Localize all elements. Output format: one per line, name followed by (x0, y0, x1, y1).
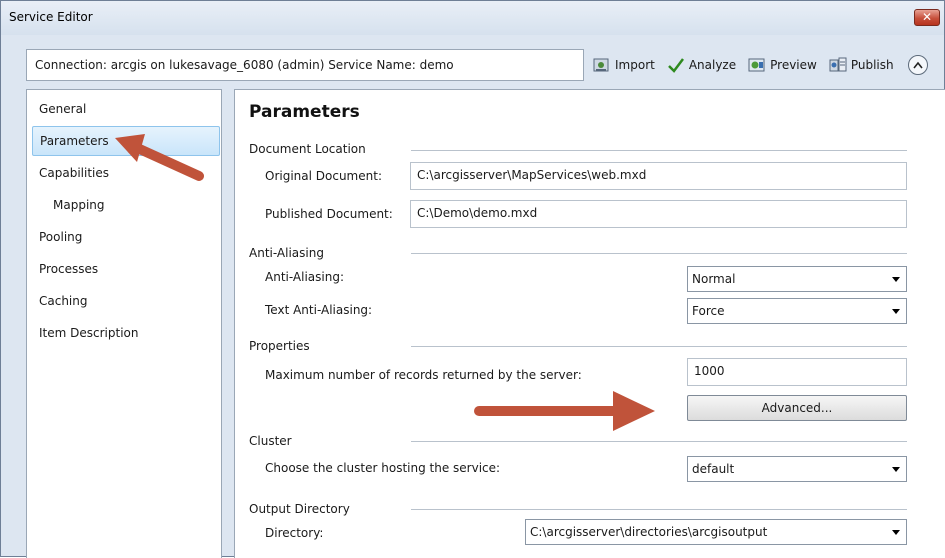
divider (411, 253, 907, 254)
sidebar-item-capabilities[interactable]: Capabilities (27, 158, 221, 188)
divider (411, 150, 907, 151)
dropdown-arrow-icon (892, 530, 900, 535)
preview-icon (748, 57, 766, 73)
sidebar-item-item-description[interactable]: Item Description (27, 318, 221, 348)
analyze-button[interactable]: Analyze (667, 57, 736, 73)
sidebar-item-processes[interactable]: Processes (27, 254, 221, 284)
toolbar: Import Analyze Preview Publish (593, 51, 928, 79)
cluster-group-label: Cluster (249, 434, 292, 448)
published-document-label: Published Document: (265, 207, 393, 221)
sidebar-item-parameters[interactable]: Parameters (32, 126, 220, 156)
service-editor-window: Service Editor ✕ Connection: arcgis on l… (0, 0, 945, 558)
output-directory-group-label: Output Directory (249, 502, 350, 516)
anti-aliasing-select[interactable]: Normal (687, 266, 907, 292)
sidebar: General Parameters Capabilities Mapping … (26, 89, 222, 558)
properties-group-label: Properties (249, 339, 310, 353)
document-location-group-label: Document Location (249, 142, 366, 156)
published-document-field[interactable]: C:\Demo\demo.mxd (410, 200, 907, 228)
original-document-field[interactable]: C:\arcgisserver\MapServices\web.mxd (410, 162, 907, 190)
publish-icon (829, 57, 847, 73)
publish-label: Publish (850, 58, 894, 72)
sidebar-item-pooling[interactable]: Pooling (27, 222, 221, 252)
directory-label: Directory: (265, 526, 324, 540)
close-button[interactable]: ✕ (914, 9, 940, 26)
collapse-button[interactable] (907, 55, 928, 75)
divider (411, 509, 907, 510)
sidebar-item-caching[interactable]: Caching (27, 286, 221, 316)
window-title: Service Editor (9, 10, 93, 24)
anti-aliasing-group-label: Anti-Aliasing (249, 246, 324, 260)
anti-aliasing-label: Anti-Aliasing: (265, 270, 345, 284)
divider (411, 441, 907, 442)
text-anti-aliasing-label: Text Anti-Aliasing: (265, 303, 373, 317)
dropdown-arrow-icon (892, 467, 900, 472)
cluster-value: default (692, 462, 735, 476)
original-document-label: Original Document: (265, 169, 382, 183)
preview-button[interactable]: Preview (748, 57, 817, 73)
dropdown-arrow-icon (892, 277, 900, 282)
import-label: Import (615, 58, 655, 72)
import-icon (593, 57, 611, 73)
analyze-label: Analyze (688, 58, 737, 72)
publish-button[interactable]: Publish (829, 57, 894, 73)
page-title: Parameters (249, 102, 360, 122)
preview-label: Preview (770, 58, 817, 72)
directory-value: C:\arcgisserver\directories\arcgisoutput (530, 525, 768, 539)
connection-info: Connection: arcgis on lukesavage_6080 (a… (26, 49, 584, 81)
advanced-button[interactable]: Advanced... (687, 395, 907, 421)
text-anti-aliasing-value: Force (692, 304, 725, 318)
chevron-up-icon (913, 61, 923, 69)
title-bar: Service Editor ✕ (1, 1, 944, 35)
divider (411, 346, 907, 347)
import-button[interactable]: Import (593, 57, 655, 73)
cluster-select[interactable]: default (687, 456, 907, 482)
text-anti-aliasing-select[interactable]: Force (687, 298, 907, 324)
dropdown-arrow-icon (892, 309, 900, 314)
sidebar-item-mapping[interactable]: Mapping (27, 190, 221, 220)
checkmark-icon (667, 57, 685, 73)
directory-select[interactable]: C:\arcgisserver\directories\arcgisoutput (525, 519, 907, 545)
sidebar-item-general[interactable]: General (27, 94, 221, 124)
parameters-panel: Parameters Document Location Original Do… (234, 89, 945, 558)
max-records-field[interactable]: 1000 (687, 358, 907, 386)
cluster-label: Choose the cluster hosting the service: (265, 461, 501, 475)
max-records-label: Maximum number of records returned by th… (265, 368, 582, 382)
anti-aliasing-value: Normal (692, 272, 736, 286)
